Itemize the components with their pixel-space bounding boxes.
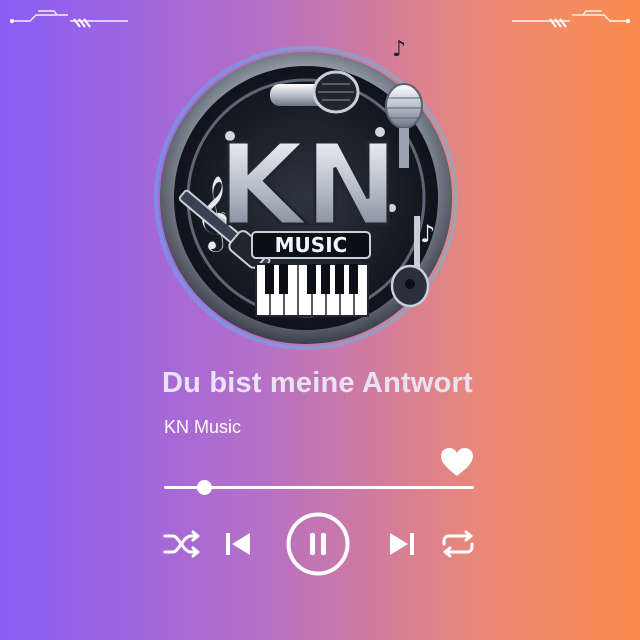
shuffle-icon[interactable] xyxy=(163,530,203,558)
corner-decoration-right xyxy=(512,10,630,28)
previous-icon[interactable] xyxy=(224,530,252,558)
repeat-icon[interactable] xyxy=(440,530,476,558)
progress-handle[interactable] xyxy=(196,480,212,495)
logo-sub-text: MUSIC xyxy=(275,233,348,257)
song-title: Du bist meine Antwort xyxy=(162,367,473,399)
pause-icon xyxy=(310,533,326,555)
pause-button[interactable] xyxy=(286,512,350,576)
svg-text:♪: ♪ xyxy=(392,37,406,62)
next-icon[interactable] xyxy=(388,530,416,558)
artist-name: KN Music xyxy=(164,417,242,437)
svg-text:♪: ♪ xyxy=(420,220,435,248)
heart-icon[interactable] xyxy=(440,447,474,477)
corner-decoration-left xyxy=(10,10,128,28)
album-logo: ♪ 𝄞 ♪ KN MUSIC xyxy=(154,37,458,350)
